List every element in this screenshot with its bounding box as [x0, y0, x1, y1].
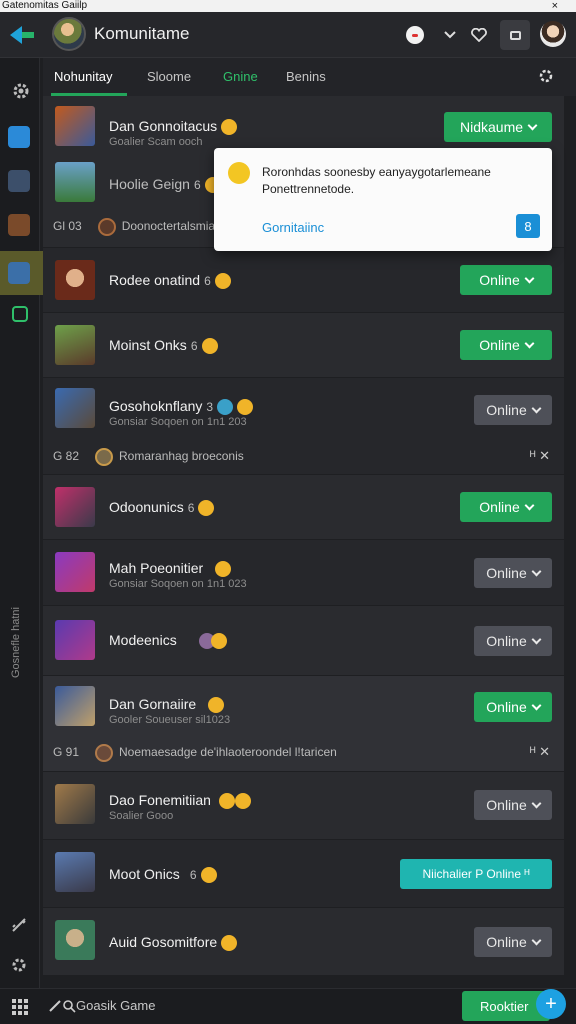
list-item[interactable]: Rodee onatind 6 Online [43, 248, 564, 313]
online-button[interactable]: Online [474, 692, 552, 722]
link-icon[interactable] [10, 916, 32, 938]
messages-icon[interactable] [8, 170, 30, 192]
game-thumbnail [55, 162, 95, 202]
online-button[interactable]: Online [474, 626, 552, 656]
row-title: Moot Onics 6 [109, 866, 217, 884]
list-item[interactable]: Mah Poeonitier Gonsiar Soqoen on 1n1 023… [43, 540, 564, 606]
game-thumbnail [55, 260, 95, 300]
list-item[interactable]: Dan Gornaiire Gooler Soueuser sil1023 On… [43, 676, 564, 772]
row-footer-actions[interactable]: ᴴ ✕ [530, 448, 550, 464]
row-subtitle: Goalier Scam ooch [109, 136, 203, 148]
row-title: Hoolie Geign 6 [109, 176, 221, 194]
online-button[interactable]: Online [474, 395, 552, 425]
popup-action-button[interactable]: 8 [516, 214, 540, 238]
bottom-bar: Goasik Game Rooktier + [0, 988, 576, 1024]
row-title: Dao Fonemitiian [109, 792, 251, 810]
settings-gear-icon[interactable] [10, 956, 32, 978]
game-thumbnail [55, 487, 95, 527]
bot-icon[interactable] [404, 24, 426, 46]
tab-benins[interactable]: Benins [286, 69, 326, 84]
window-title: Gatenomitas Gaiilp [2, 0, 88, 11]
game-thumbnail [55, 784, 95, 824]
search-input[interactable]: Goasik Game [76, 998, 155, 1013]
row-subtitle: Soalier Gooo [109, 810, 174, 822]
list-item[interactable]: Odoonunics 6 Online [43, 475, 564, 540]
online-button[interactable]: Online [460, 492, 552, 522]
list-item[interactable]: Dao Fonemitiian Soalier Gooo Online [43, 772, 564, 840]
mini-avatar [97, 218, 116, 236]
tab-community[interactable]: Nohunitay [54, 69, 113, 84]
online-button[interactable]: Niichalier P Online ᴴ [400, 859, 552, 889]
row-title: Dan Gonnoitacus [109, 118, 238, 136]
online-button[interactable]: Online [460, 330, 552, 360]
emoji-icon [221, 119, 238, 136]
sidebar: Gosnefle hatni [0, 58, 43, 988]
check-icon[interactable] [12, 306, 28, 322]
tab-store[interactable]: Sloome [147, 69, 191, 84]
row-title: Gosohoknflany 3 [109, 398, 254, 416]
game-thumbnail [55, 852, 95, 892]
notification-popup: Roronhdas soonesby eanyaygotarlemeane Po… [214, 148, 552, 251]
game-thumbnail [55, 325, 95, 365]
window-box-icon[interactable] [500, 20, 530, 50]
row-footer: G 82 Romaranhag broeconis [53, 448, 244, 466]
row-subtitle: Gonsiar Soqoen on 1n1 203 [109, 416, 247, 428]
row-title: Dan Gornaiire [109, 696, 225, 714]
row-title: Auid Gosomitfore [109, 934, 238, 952]
row-footer: Gl 03 Doonoctertalsmiaa [53, 218, 222, 236]
online-button[interactable]: Online [474, 790, 552, 820]
list-item[interactable]: Moot Onics 6 Niichalier P Online ᴴ [43, 840, 564, 908]
smiley-icon [228, 162, 250, 184]
search-icon[interactable] [62, 999, 76, 1013]
row-title: Odoonunics 6 [109, 499, 215, 517]
community-avatar[interactable] [52, 17, 86, 51]
row-footer: G 91 Noemaesadge de'ihlaoteroondel l!tari… [53, 744, 337, 762]
close-icon[interactable]: × [552, 0, 558, 12]
heart-icon[interactable] [468, 24, 490, 46]
list-item[interactable]: Moinst Onks 6 Online [43, 313, 564, 378]
tab-options-icon[interactable] [538, 68, 556, 86]
app-logo-icon[interactable] [10, 26, 34, 44]
app-name: Komunitame [94, 24, 190, 43]
grid-icon[interactable] [12, 999, 28, 1015]
community-icon[interactable] [8, 262, 30, 284]
tab-online[interactable]: Gnine [223, 69, 258, 84]
online-button[interactable]: Online [460, 265, 552, 295]
row-title: Rodee onatind 6 [109, 272, 231, 290]
game-folder-icon[interactable] [8, 214, 30, 236]
window-titlebar: Gatenomitas Gaiilp × [0, 0, 576, 12]
gear-icon[interactable] [10, 80, 32, 102]
app-header: Komunitame [0, 12, 576, 58]
popup-link[interactable]: Gornitaiinc [262, 220, 324, 235]
chat-app-icon[interactable] [8, 126, 30, 148]
row-title: Modeenics [109, 632, 227, 650]
list-item[interactable]: Auid Gosomitfore Online [43, 908, 564, 976]
game-thumbnail [55, 388, 95, 428]
sidebar-vertical-label: Gosnefle hatni [10, 607, 22, 678]
game-thumbnail [55, 106, 95, 146]
online-button[interactable]: Online [474, 558, 552, 588]
game-thumbnail [55, 686, 95, 726]
user-profile-avatar[interactable] [540, 21, 566, 47]
add-fab-button[interactable]: + [536, 989, 566, 1019]
game-thumbnail [55, 920, 95, 960]
tab-bar: Nohunitay Sloome Gnine Benins [43, 58, 576, 96]
row-subtitle: Gonsiar Soqoen on 1n1 023 [109, 578, 247, 590]
popup-message: Roronhdas soonesby eanyaygotarlemeane Po… [262, 165, 491, 196]
row-action-button[interactable]: Nidkaume [444, 112, 552, 142]
game-thumbnail [55, 552, 95, 592]
row-title: Moinst Onks 6 [109, 337, 218, 355]
list-item[interactable]: Gosohoknflany 3 Gonsiar Soqoen on 1n1 203… [43, 378, 564, 475]
link-icon[interactable] [48, 999, 62, 1013]
game-thumbnail [55, 620, 95, 660]
row-footer-actions[interactable]: ᴴ ✕ [530, 744, 550, 760]
online-button[interactable]: Online [474, 927, 552, 957]
row-subtitle: Gooler Soueuser sil1023 [109, 714, 231, 726]
row-title: Mah Poeonitier [109, 560, 232, 578]
chevron-down-icon[interactable] [439, 24, 461, 46]
list-item[interactable]: Modeenics Online [43, 606, 564, 676]
